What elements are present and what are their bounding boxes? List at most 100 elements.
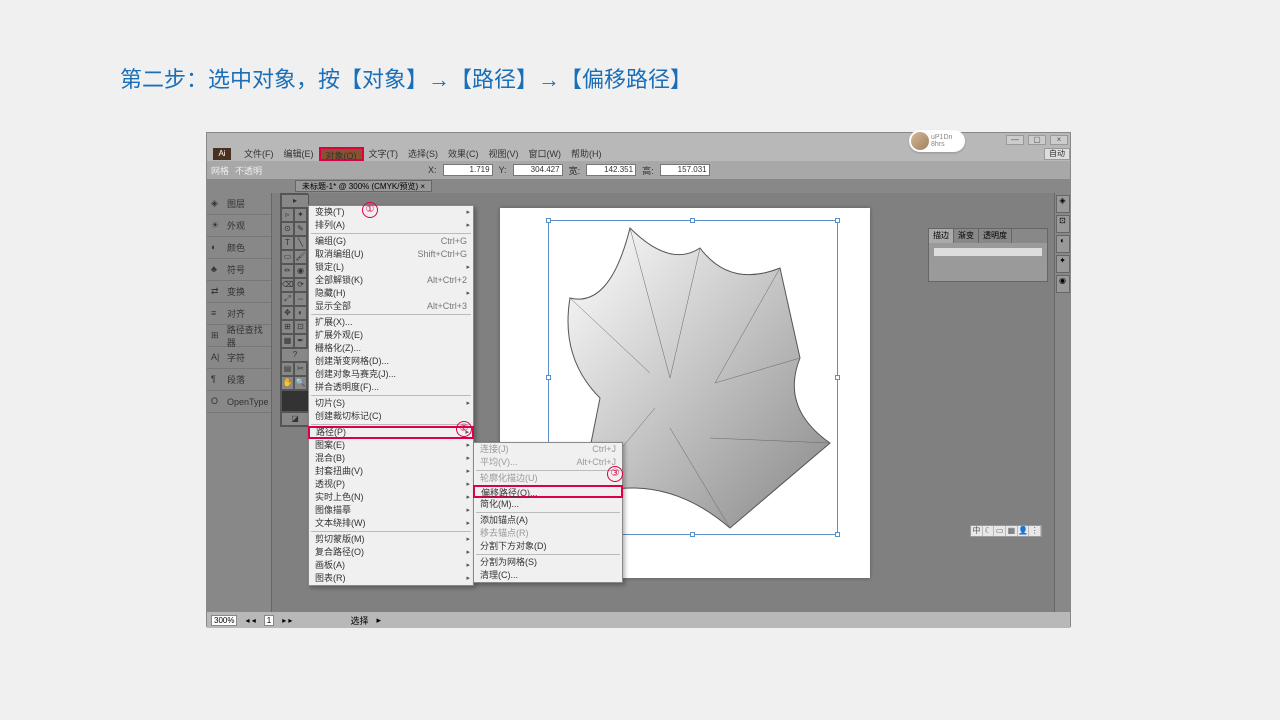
submenu-item[interactable]: 分割为网格(S) xyxy=(474,556,622,569)
tool-hand[interactable]: ✋ xyxy=(281,376,294,390)
menu-item[interactable]: 全部解锁(K)Alt+Ctrl+2 xyxy=(309,274,473,287)
document-tab[interactable]: 未标题-1* @ 300% (CMYK/预览) × xyxy=(295,180,432,192)
tool-width[interactable]: ⇔ xyxy=(294,292,307,306)
tab-transparency[interactable]: 透明度 xyxy=(979,229,1012,243)
menu-item[interactable]: 画板(A) xyxy=(309,559,473,572)
tool-scale[interactable]: ⤢ xyxy=(281,292,294,306)
menu-item[interactable]: 排列(A) xyxy=(309,219,473,232)
menu-item[interactable]: 图案(E) xyxy=(309,439,473,452)
panel-transform[interactable]: ⇄变换 xyxy=(207,281,271,303)
menu-window[interactable]: 窗口(W) xyxy=(524,147,567,161)
y-input[interactable]: 304.427 xyxy=(513,164,563,176)
workspace-auto[interactable]: 自动 xyxy=(1044,148,1070,160)
menu-object[interactable]: 对象(O) xyxy=(319,147,364,161)
rail-btn-5[interactable]: ◉ xyxy=(1056,275,1070,293)
submenu-item[interactable]: 简化(M)... xyxy=(474,498,622,511)
tool-mesh[interactable]: ⊡ xyxy=(294,320,307,334)
tool-pencil[interactable]: ✏ xyxy=(281,264,294,278)
submenu-item[interactable]: 轮廓化描边(U) xyxy=(474,472,622,485)
menu-item[interactable]: 创建对象马赛克(J)... xyxy=(309,368,473,381)
submenu-item[interactable]: 添加锚点(A) xyxy=(474,514,622,527)
mt-1[interactable]: 中 xyxy=(971,526,983,536)
tool-artboard[interactable]: ▤ xyxy=(281,362,294,376)
panel-symbols[interactable]: ♣符号 xyxy=(207,259,271,281)
menu-help[interactable]: 帮助(H) xyxy=(566,147,607,161)
h-input[interactable]: 157.031 xyxy=(660,164,710,176)
stroke-panel[interactable]: 描边 渐变 透明度 xyxy=(928,228,1048,282)
menu-item[interactable]: 路径(P) xyxy=(308,426,474,439)
tool-free[interactable]: ✥ xyxy=(281,306,294,320)
menu-type[interactable]: 文字(T) xyxy=(364,147,404,161)
tool-brush[interactable]: 🖌 xyxy=(294,250,307,264)
menu-item[interactable]: 锁定(L) xyxy=(309,261,473,274)
menu-item[interactable]: 图像描摹 xyxy=(309,504,473,517)
submenu-item[interactable]: 偏移路径(O)... xyxy=(473,485,623,498)
menu-item[interactable]: 实时上色(N) xyxy=(309,491,473,504)
mt-3[interactable]: ▭ xyxy=(994,526,1006,536)
tool-pen[interactable]: ✎ xyxy=(294,222,307,236)
tab-stroke[interactable]: 描边 xyxy=(929,229,954,243)
rail-btn-3[interactable]: ◐ xyxy=(1056,235,1070,253)
submenu-item[interactable]: 平均(V)...Alt+Ctrl+J xyxy=(474,456,622,469)
tool-eraser[interactable]: ⌫ xyxy=(281,278,294,292)
tool-direct[interactable]: ▹ xyxy=(281,208,294,222)
stroke-row[interactable] xyxy=(933,247,1043,257)
panel-layers[interactable]: ◈图层 xyxy=(207,193,271,215)
color-modes[interactable]: ◪ xyxy=(281,412,309,426)
menu-item[interactable]: 图表(R) xyxy=(309,572,473,585)
menu-file[interactable]: 文件(F) xyxy=(239,147,279,161)
menu-item[interactable]: 显示全部Alt+Ctrl+3 xyxy=(309,300,473,313)
submenu-item[interactable]: 移去锚点(R) xyxy=(474,527,622,540)
rail-btn-2[interactable]: ⊡ xyxy=(1056,215,1070,233)
tool-wand[interactable]: ✦ xyxy=(294,208,307,222)
w-input[interactable]: 142.351 xyxy=(586,164,636,176)
tool-line[interactable]: ╲ xyxy=(294,236,307,250)
x-input[interactable]: 1.719 xyxy=(443,164,493,176)
submenu-item[interactable]: 分割下方对象(D) xyxy=(474,540,622,553)
submenu-item[interactable]: 清理(C)... xyxy=(474,569,622,582)
menu-item[interactable]: 拼合透明度(F)... xyxy=(309,381,473,394)
menu-item[interactable]: 扩展外观(E) xyxy=(309,329,473,342)
tool-shape[interactable]: ◐ xyxy=(294,306,307,320)
menu-select[interactable]: 选择(S) xyxy=(403,147,443,161)
zoom-level[interactable]: 300% xyxy=(211,615,237,626)
panel-paragraph[interactable]: ¶段落 xyxy=(207,369,271,391)
tool-misc[interactable]: ? xyxy=(281,348,309,362)
mt-6[interactable]: ⋮ xyxy=(1029,526,1041,536)
menu-edit[interactable]: 编辑(E) xyxy=(279,147,319,161)
panel-pathfinder[interactable]: ⊞路径查找器 xyxy=(207,325,271,347)
menu-item[interactable]: 透视(P) xyxy=(309,478,473,491)
tool-persp[interactable]: ⊞ xyxy=(281,320,294,334)
close-button[interactable]: × xyxy=(1050,135,1068,145)
panel-opentype[interactable]: OOpenType xyxy=(207,391,271,413)
tab-gradient[interactable]: 渐变 xyxy=(954,229,979,243)
panel-character[interactable]: A|字符 xyxy=(207,347,271,369)
rail-btn-1[interactable]: ◈ xyxy=(1056,195,1070,213)
menu-item[interactable]: 封套扭曲(V) xyxy=(309,465,473,478)
menu-effect[interactable]: 效果(C) xyxy=(443,147,484,161)
menu-item[interactable]: 切片(S) xyxy=(309,397,473,410)
tool-lasso[interactable]: ⊙ xyxy=(281,222,294,236)
maximize-button[interactable]: ▢ xyxy=(1028,135,1046,145)
mt-5[interactable]: 👤 xyxy=(1018,526,1030,536)
menu-item[interactable]: 剪切蒙版(M) xyxy=(309,533,473,546)
user-pill[interactable]: uP1Dn 8hrs xyxy=(909,130,965,152)
menu-item[interactable]: 创建渐变网格(D)... xyxy=(309,355,473,368)
submenu-item[interactable]: 连接(J)Ctrl+J xyxy=(474,443,622,456)
menu-item[interactable]: 创建裁切标记(C) xyxy=(309,410,473,423)
mt-2[interactable]: ☾ xyxy=(983,526,995,536)
tool-slice[interactable]: ✂ xyxy=(294,362,307,376)
menu-view[interactable]: 视图(V) xyxy=(484,147,524,161)
menu-item[interactable]: 混合(B) xyxy=(309,452,473,465)
menu-item[interactable]: 隐藏(H) xyxy=(309,287,473,300)
menu-item[interactable]: 扩展(X)... xyxy=(309,316,473,329)
tool-selection[interactable]: ▸ xyxy=(281,194,309,208)
tool-type[interactable]: T xyxy=(281,236,294,250)
tool-grad[interactable]: ▦ xyxy=(281,334,294,348)
menu-item[interactable]: 复合路径(O) xyxy=(309,546,473,559)
panel-color[interactable]: ◐颜色 xyxy=(207,237,271,259)
tool-zoom[interactable]: 🔍 xyxy=(294,376,307,390)
mt-4[interactable]: ▦ xyxy=(1006,526,1018,536)
menu-item[interactable]: 取消编组(U)Shift+Ctrl+G xyxy=(309,248,473,261)
menu-item[interactable]: 文本绕排(W) xyxy=(309,517,473,530)
